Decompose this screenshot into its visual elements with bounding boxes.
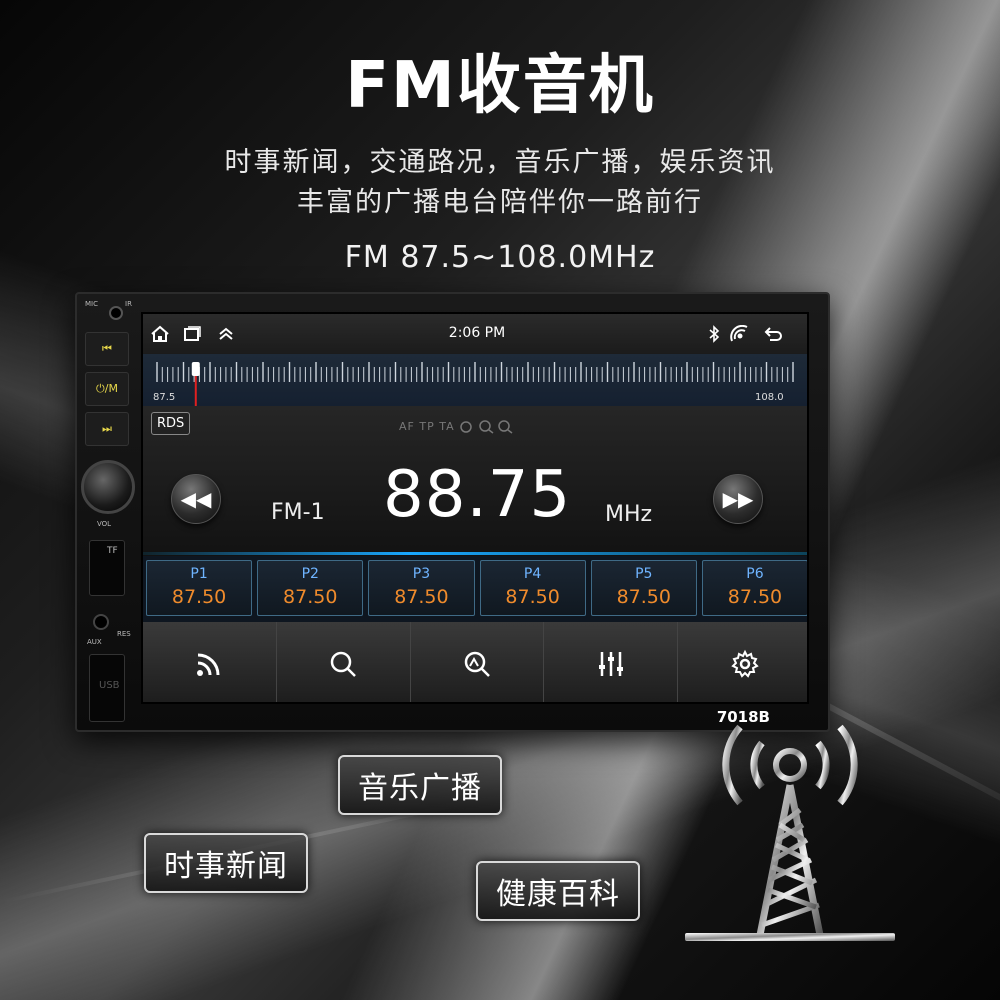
preset-list: P1 87.50 P2 87.50 P3 87.50 P4 87.50 P5 87.50 … xyxy=(143,556,807,622)
hero-frequency-range: FM 87.5~108.0MHz xyxy=(344,240,656,275)
radio-tower-icon xyxy=(685,724,895,941)
radio-main-panel: RDS AF TP TA ◀◀ FM-1 88.75 88.75 MHz ▶▶ xyxy=(143,406,807,611)
tag-current-news: 时事新闻 xyxy=(144,833,308,893)
vol-label: VOL xyxy=(97,520,112,528)
next-track-button[interactable]: ⏭ xyxy=(85,412,129,446)
scan-button[interactable] xyxy=(411,622,545,702)
frequency-unit: MHz xyxy=(605,502,653,527)
band-label: FM-1 xyxy=(271,500,325,525)
aux-label: AUX xyxy=(87,638,102,646)
bluetooth-icon xyxy=(703,324,725,344)
car-radio-device: MIC IR ⏮ ⏻/M ⏭ VOL TF AUX RES USB 2:06 P… xyxy=(75,292,830,732)
preset-frequency: 87.50 xyxy=(616,586,671,608)
tuner-max-label: 108.0 xyxy=(755,392,784,403)
scan-icon xyxy=(464,651,490,677)
ir-label: IR xyxy=(125,300,132,308)
tf-label: TF xyxy=(107,546,118,556)
mic-hole xyxy=(109,306,123,320)
aux-jack[interactable] xyxy=(93,614,109,630)
preset-name: P2 xyxy=(301,566,319,582)
flags-text: AF TP TA xyxy=(399,420,455,433)
seek-forward-button[interactable]: ▶▶ xyxy=(713,474,763,524)
tag-music-broadcast: 音乐广播 xyxy=(338,755,502,815)
power-mode-button[interactable]: ⏻/M xyxy=(85,372,129,406)
preset-name: P4 xyxy=(523,566,542,582)
device-side-panel: MIC IR ⏮ ⏻/M ⏭ VOL TF AUX RES USB xyxy=(77,294,139,730)
accent-divider xyxy=(143,552,807,555)
equalizer-button[interactable] xyxy=(544,622,679,702)
prev-track-button[interactable]: ⏮ xyxy=(85,332,129,366)
radio-toolbar xyxy=(143,622,807,702)
back-icon[interactable] xyxy=(763,324,785,344)
res-label: RES xyxy=(117,630,131,638)
radio-signal-icon xyxy=(729,324,751,344)
tuner-ticks[interactable] xyxy=(143,354,809,406)
preset-p5[interactable]: P5 87.50 xyxy=(590,560,697,616)
rds-button[interactable]: RDS xyxy=(151,412,191,435)
preset-p6[interactable]: P6 87.50 xyxy=(701,560,807,616)
frequency-display: 88.75 xyxy=(383,458,572,532)
preset-frequency: 87.50 xyxy=(505,586,560,608)
settings-icon xyxy=(730,649,759,678)
preset-name: P6 xyxy=(746,566,764,582)
preset-name: P5 xyxy=(635,566,653,582)
preset-frequency: 87.50 xyxy=(171,586,227,608)
preset-p3[interactable]: P3 87.50 xyxy=(368,560,475,616)
seek-back-button[interactable]: ◀◀ xyxy=(171,474,221,524)
settings-button[interactable] xyxy=(678,622,807,702)
status-bar: 2:06 PM xyxy=(143,314,807,354)
preset-p1[interactable]: P1 87.50 xyxy=(146,560,253,616)
scan-flags-icons xyxy=(460,420,513,434)
preset-p2[interactable]: P2 87.50 xyxy=(257,560,364,616)
equalizer-icon xyxy=(598,652,623,676)
preset-frequency: 87.50 xyxy=(394,586,449,608)
tuner-scale[interactable]: 87.5 108.0 xyxy=(143,354,809,406)
radio-wave-button[interactable] xyxy=(143,622,277,702)
search-icon xyxy=(330,651,357,677)
rewind-icon: ◀◀ xyxy=(180,487,212,511)
hero-description-line1: 时事新闻，交通路况，音乐广播，娱乐资讯 xyxy=(224,147,776,178)
preset-name: P1 xyxy=(190,566,208,582)
tuner-needle-cap xyxy=(191,362,200,376)
radio-screen: 2:06 PM 87.5 108.0 RDS AF TP TA ◀◀ FM-1 … xyxy=(141,312,809,704)
tuner-min-label: 87.5 xyxy=(153,392,176,403)
preset-name: P3 xyxy=(412,566,431,582)
mic-label: MIC xyxy=(85,300,98,308)
preset-p4[interactable]: P4 87.50 xyxy=(479,560,586,616)
af-tp-ta-flags: AF TP TA xyxy=(399,420,513,434)
preset-frequency: 87.50 xyxy=(727,586,783,608)
tag-health-encyclopedia: 健康百科 xyxy=(476,861,640,921)
radio-wave-icon xyxy=(197,653,220,676)
usb-label: USB xyxy=(99,680,120,691)
search-button[interactable] xyxy=(277,622,411,702)
hero-description-line2: 丰富的广播电台陪伴你一路前行 xyxy=(297,187,703,218)
preset-frequency: 87.50 xyxy=(283,586,338,608)
fast-forward-icon: ▶▶ xyxy=(722,487,754,511)
hero-title: FM收音机 xyxy=(345,49,655,123)
volume-knob[interactable] xyxy=(81,460,135,514)
